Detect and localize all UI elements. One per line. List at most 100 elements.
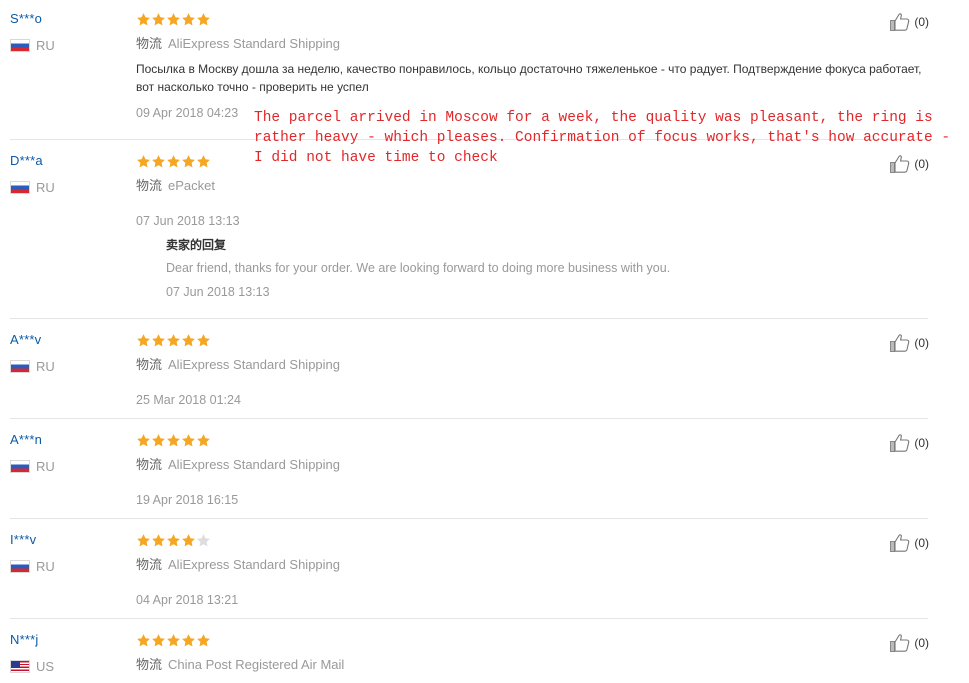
star-rating — [136, 331, 896, 349]
star-icon — [196, 533, 211, 548]
country-code: RU — [36, 359, 55, 374]
star-icon — [166, 633, 181, 648]
review-item: A***n RU 物流 AliExpress Standard Shipping 19 … — [10, 418, 929, 518]
star-icon — [166, 533, 181, 548]
shipping-name: China Post Registered Air Mail — [168, 657, 345, 672]
reviewer-country: US — [10, 659, 120, 674]
shipping-name: AliExpress Standard Shipping — [168, 36, 341, 51]
reviewer-info: A***n RU — [10, 431, 120, 474]
helpful-button[interactable]: (0) — [889, 633, 929, 653]
shipping-method: 物流 ePacket — [136, 175, 896, 194]
shipping-name: AliExpress Standard Shipping — [168, 457, 341, 472]
shipping-method: 物流 AliExpress Standard Shipping — [136, 554, 896, 573]
star-rating — [136, 431, 896, 449]
helpful-count: (0) — [914, 436, 929, 450]
thumbs-up-icon[interactable] — [889, 333, 911, 353]
seller-reply: 卖家的回复 Dear friend, thanks for your order.… — [166, 236, 896, 299]
review-item: A***v RU 物流 AliExpress Standard Shipping 25 … — [10, 318, 929, 418]
star-icon — [136, 633, 151, 648]
review-body: 物流 AliExpress Standard Shipping Посылка в … — [136, 10, 922, 120]
translation-note: The parcel arrived in Moscow for a week,… — [254, 110, 951, 166]
review-date: 19 Apr 2018 16:15 — [136, 493, 239, 507]
star-icon — [181, 154, 196, 169]
review-body: 物流 AliExpress Standard Shipping 04 Apr 201… — [136, 531, 896, 607]
shipping-name: ePacket — [168, 178, 215, 193]
country-code: RU — [36, 459, 55, 474]
star-icon — [151, 154, 166, 169]
thumbs-up-icon[interactable] — [889, 12, 911, 32]
star-icon — [136, 154, 151, 169]
thumbs-up-icon[interactable] — [889, 533, 911, 553]
reviewer-info: N***j US — [10, 631, 120, 674]
reviewer-country: RU — [10, 38, 120, 53]
star-icon — [151, 533, 166, 548]
reviewer-name-link[interactable]: S***o — [10, 11, 42, 26]
star-icon — [196, 433, 211, 448]
reviewer-info: S***o RU — [10, 10, 120, 53]
country-flag-icon — [10, 39, 30, 52]
shipping-name: AliExpress Standard Shipping — [168, 557, 341, 572]
star-icon — [196, 154, 211, 169]
reviewer-name-link[interactable]: N***j — [10, 632, 38, 647]
helpful-count: (0) — [914, 15, 929, 29]
star-icon — [136, 533, 151, 548]
star-icon — [166, 433, 181, 448]
country-flag-icon — [10, 360, 30, 373]
country-code: RU — [36, 38, 55, 53]
star-icon — [151, 633, 166, 648]
country-flag-icon — [10, 460, 30, 473]
helpful-button[interactable]: (0) — [889, 533, 929, 553]
reviewer-info: I***v RU — [10, 531, 120, 574]
shipping-method: 物流 AliExpress Standard Shipping — [136, 33, 896, 52]
star-icon — [166, 154, 181, 169]
star-icon — [166, 12, 181, 27]
review-item: N***j US 物流 China Post Registered Air Mail (… — [10, 618, 929, 683]
star-icon — [136, 12, 151, 27]
shipping-label: 物流 — [136, 357, 163, 372]
reviewer-name-link[interactable]: D***a — [10, 153, 43, 168]
helpful-count: (0) — [914, 336, 929, 350]
helpful-button[interactable]: (0) — [889, 433, 929, 453]
helpful-button[interactable]: (0) — [889, 12, 929, 32]
shipping-method: 物流 AliExpress Standard Shipping — [136, 354, 896, 373]
shipping-label: 物流 — [136, 178, 163, 193]
star-icon — [181, 333, 196, 348]
helpful-button[interactable]: (0) — [889, 333, 929, 353]
country-flag-icon — [10, 660, 30, 673]
reviewer-country: RU — [10, 359, 120, 374]
review-date: 04 Apr 2018 13:21 — [136, 593, 239, 607]
country-flag-icon — [10, 560, 30, 573]
helpful-count: (0) — [914, 636, 929, 650]
review-body: 物流 AliExpress Standard Shipping 19 Apr 201… — [136, 431, 896, 507]
country-code: US — [36, 659, 55, 674]
review-body: 物流 AliExpress Standard Shipping 25 Mar 201… — [136, 331, 896, 407]
review-item: I***v RU 物流 AliExpress Standard Shipping 04 … — [10, 518, 929, 618]
thumbs-up-icon[interactable] — [889, 633, 911, 653]
shipping-label: 物流 — [136, 457, 163, 472]
shipping-label: 物流 — [136, 557, 163, 572]
shipping-label: 物流 — [136, 657, 163, 672]
star-icon — [181, 533, 196, 548]
star-icon — [151, 333, 166, 348]
shipping-name: AliExpress Standard Shipping — [168, 357, 341, 372]
thumbs-up-icon[interactable] — [889, 433, 911, 453]
seller-reply-date: 07 Jun 2018 13:13 — [166, 285, 270, 299]
reviewer-info: D***a RU — [10, 152, 120, 195]
reviewer-name-link[interactable]: A***n — [10, 432, 42, 447]
reviewer-name-link[interactable]: I***v — [10, 532, 36, 547]
reviewer-name-link[interactable]: A***v — [10, 332, 41, 347]
star-icon — [151, 12, 166, 27]
country-code: RU — [36, 559, 55, 574]
reviewer-info: A***v RU — [10, 331, 120, 374]
seller-reply-title: 卖家的回复 — [166, 238, 227, 252]
star-rating — [136, 531, 896, 549]
star-icon — [196, 333, 211, 348]
star-rating — [136, 631, 896, 649]
shipping-method: 物流 AliExpress Standard Shipping — [136, 454, 896, 473]
shipping-label: 物流 — [136, 36, 163, 51]
review-date: 25 Mar 2018 01:24 — [136, 393, 241, 407]
shipping-method: 物流 China Post Registered Air Mail — [136, 654, 896, 673]
country-code: RU — [36, 180, 55, 195]
review-body: 物流 ePacket 07 Jun 2018 13:13 卖家的回复 Dear frie… — [136, 152, 896, 299]
country-flag-icon — [10, 181, 30, 194]
